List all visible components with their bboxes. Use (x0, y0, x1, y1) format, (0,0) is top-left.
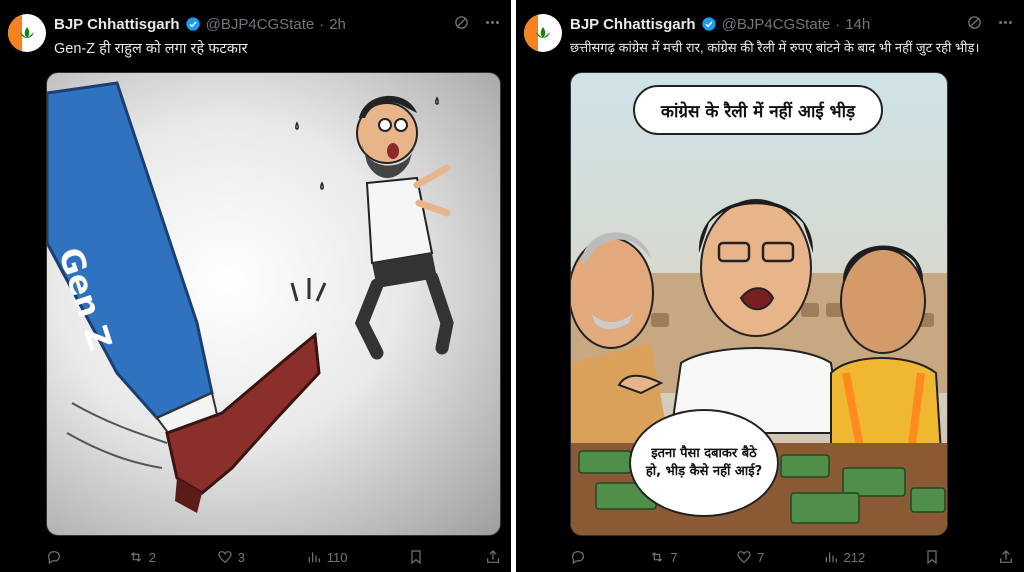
tweet-text: Gen-Z ही राहुल को लगा रहे फटकार (54, 41, 248, 57)
tweet-text: छत्तीसगढ़ कांग्रेस में मची रार, कांग्रेस… (570, 40, 980, 55)
share-button[interactable] (485, 549, 501, 565)
avatar[interactable] (8, 14, 46, 52)
reply-icon (48, 551, 60, 565)
repost-button[interactable]: 7 (649, 549, 678, 565)
repost-icon (652, 552, 663, 562)
cartoon-caption: कांग्रेस के रैली में नहीं आई भीड़ (633, 85, 883, 135)
more-icon[interactable] (484, 14, 501, 31)
view-count: 212 (843, 549, 866, 565)
author-name[interactable]: BJP Chhattisgarh (54, 16, 180, 33)
tweet-card[interactable]: BJP Chhattisgarh @BJP4CGState · 2h Gen-Z… (0, 0, 511, 572)
bookmark-button[interactable] (924, 549, 940, 565)
grok-icon[interactable] (453, 14, 470, 31)
like-icon (737, 551, 751, 564)
author-handle[interactable]: @BJP4CGState (206, 16, 315, 33)
tweet-image[interactable]: Gen Z (46, 72, 501, 536)
grok-icon[interactable] (966, 14, 983, 31)
like-icon (218, 551, 232, 564)
screenshot-stage: BJP Chhattisgarh @BJP4CGState · 2h Gen-Z… (0, 0, 1024, 572)
author-name[interactable]: BJP Chhattisgarh (570, 16, 696, 33)
verified-badge-icon (185, 17, 200, 31)
cartoon-illustration (47, 81, 454, 513)
tweet-top-actions (966, 14, 1014, 31)
view-count: 110 (326, 549, 348, 565)
views-button[interactable]: 212 (823, 549, 866, 565)
tweet-header: BJP Chhattisgarh @BJP4CGState · 2h (54, 14, 471, 34)
timestamp[interactable]: 14h (845, 16, 870, 33)
bjp-logo-icon (20, 27, 34, 38)
reply-icon (572, 551, 584, 565)
tweet-actions: 7 7 212 (570, 546, 1014, 568)
share-icon (1000, 550, 1012, 563)
timestamp[interactable]: 2h (329, 16, 346, 33)
views-button[interactable]: 110 (306, 549, 348, 565)
tweet-actions: 2 3 110 (46, 546, 501, 568)
speech-bubble: इतना पैसा दबाकर बैठे हो, भीड़ कैसे नहीं … (629, 409, 779, 517)
separator: · (319, 15, 325, 33)
repost-icon (130, 552, 141, 562)
like-button[interactable]: 7 (736, 549, 764, 565)
like-button[interactable]: 3 (217, 549, 245, 565)
repost-count: 2 (148, 549, 156, 565)
bookmark-icon (411, 550, 421, 565)
like-count: 3 (237, 549, 245, 565)
share-icon (487, 550, 499, 563)
more-icon[interactable] (997, 14, 1014, 31)
verified-badge-icon (701, 17, 716, 31)
tweet-top-actions (453, 14, 501, 31)
views-icon (825, 552, 837, 563)
bjp-logo-icon (536, 27, 550, 38)
repost-count: 7 (670, 549, 678, 565)
tweet-card[interactable]: BJP Chhattisgarh @BJP4CGState · 14h छत्त… (516, 0, 1024, 572)
share-button[interactable] (998, 549, 1014, 565)
bookmark-icon (927, 550, 937, 565)
tweet-header: BJP Chhattisgarh @BJP4CGState · 14h (570, 14, 984, 34)
separator: · (835, 15, 841, 33)
reply-button[interactable] (46, 549, 67, 565)
author-handle[interactable]: @BJP4CGState (722, 16, 831, 33)
like-count: 7 (756, 549, 765, 565)
bookmark-button[interactable] (408, 549, 424, 565)
tweet-image[interactable]: कांग्रेस के रैली में नहीं आई भीड़ इतना प… (570, 72, 948, 536)
avatar[interactable] (524, 14, 562, 52)
repost-button[interactable]: 2 (128, 549, 156, 565)
reply-button[interactable] (570, 549, 591, 565)
views-icon (308, 552, 320, 563)
